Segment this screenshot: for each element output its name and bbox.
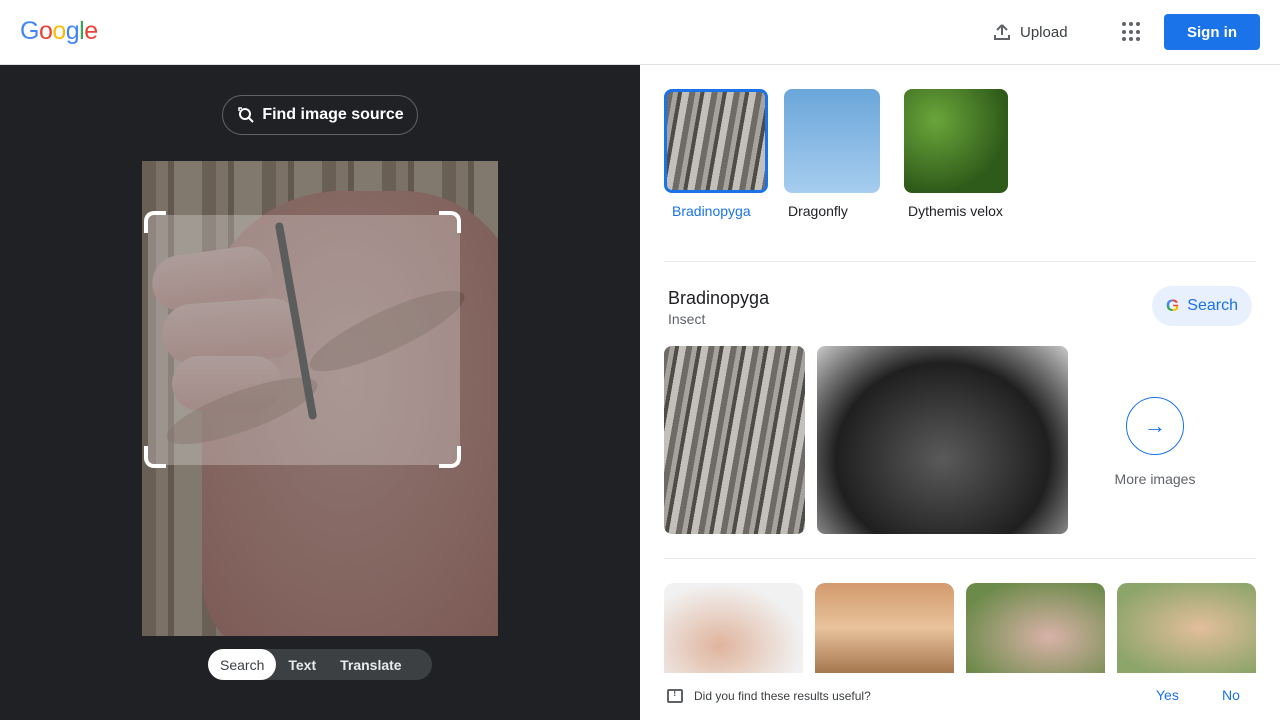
visual-match-thumbnail[interactable]: [1117, 583, 1256, 673]
chip-thumbnail: [664, 89, 768, 193]
find-image-source-label: Find image source: [262, 106, 404, 123]
mode-text[interactable]: Text: [276, 649, 328, 680]
logo-letter: e: [84, 17, 98, 45]
chip-label: Dythemis velox: [908, 203, 1003, 219]
result-image[interactable]: [817, 346, 1068, 534]
image-viewer-panel: Find image source Search Text Translate: [0, 65, 640, 720]
logo-letter: o: [52, 17, 66, 45]
chip-dythemis-velox[interactable]: Dythemis velox: [904, 89, 1008, 221]
chip-label: Dragonfly: [788, 203, 848, 219]
upload-button[interactable]: Upload: [992, 20, 1068, 44]
visual-match-thumbnail[interactable]: [966, 583, 1105, 673]
google-search-label: Search: [1187, 297, 1238, 314]
result-image[interactable]: [664, 346, 805, 534]
logo-letter: g: [65, 17, 80, 45]
feedback-yes-button[interactable]: Yes: [1156, 687, 1179, 703]
results-panel: Bradinopyga Dragonfly Dythemis velox Bra…: [640, 65, 1280, 720]
more-images-label: More images: [1114, 471, 1196, 487]
mode-switcher: Search Text Translate: [208, 649, 432, 680]
feedback-no-button[interactable]: No: [1222, 687, 1240, 703]
chip-bradinopyga[interactable]: Bradinopyga: [664, 89, 768, 221]
chip-thumbnail: [784, 89, 880, 193]
entity-subtitle: Insect: [668, 311, 706, 327]
divider: [664, 261, 1256, 262]
chip-dragonfly[interactable]: Dragonfly: [784, 89, 888, 221]
find-image-source-button[interactable]: Find image source: [222, 95, 418, 135]
upload-label: Upload: [1020, 23, 1068, 41]
google-search-button[interactable]: G Search: [1152, 286, 1252, 326]
visual-match-thumbnail[interactable]: [664, 583, 803, 673]
logo-letter: G: [20, 17, 39, 45]
apps-grid-icon[interactable]: [1120, 20, 1144, 44]
feedback-bar: Did you find these results useful? Yes N…: [640, 676, 1280, 720]
chip-label: Bradinopyga: [672, 203, 751, 219]
mode-search[interactable]: Search: [208, 649, 277, 680]
google-logo[interactable]: Google: [20, 17, 98, 46]
entity-title: Bradinopyga: [668, 288, 770, 308]
chip-thumbnail: [904, 89, 1008, 193]
google-g-icon: G: [1166, 296, 1180, 315]
crop-handle-top-right[interactable]: [439, 211, 461, 233]
entity-chips: Bradinopyga Dragonfly Dythemis velox: [664, 89, 1008, 221]
feedback-question: Did you find these results useful?: [694, 689, 871, 703]
crop-handle-top-left[interactable]: [144, 211, 166, 233]
arrow-right-icon: →: [1126, 397, 1184, 455]
lens-search-icon: [238, 107, 255, 123]
mode-translate[interactable]: Translate: [328, 649, 413, 680]
sign-in-button[interactable]: Sign in: [1164, 14, 1260, 50]
crop-handle-bottom-left[interactable]: [144, 446, 166, 468]
visual-matches-grid: [664, 583, 1256, 673]
more-images-button[interactable]: → More images: [1110, 397, 1200, 487]
visual-match-thumbnail[interactable]: [815, 583, 954, 673]
logo-letter: o: [38, 17, 53, 45]
upload-icon: [994, 24, 1010, 40]
divider: [664, 558, 1256, 559]
crop-selection[interactable]: [148, 215, 460, 465]
feedback-icon: [667, 688, 683, 703]
crop-handle-bottom-right[interactable]: [439, 446, 461, 468]
top-bar: Google Upload Sign in: [0, 0, 1280, 65]
